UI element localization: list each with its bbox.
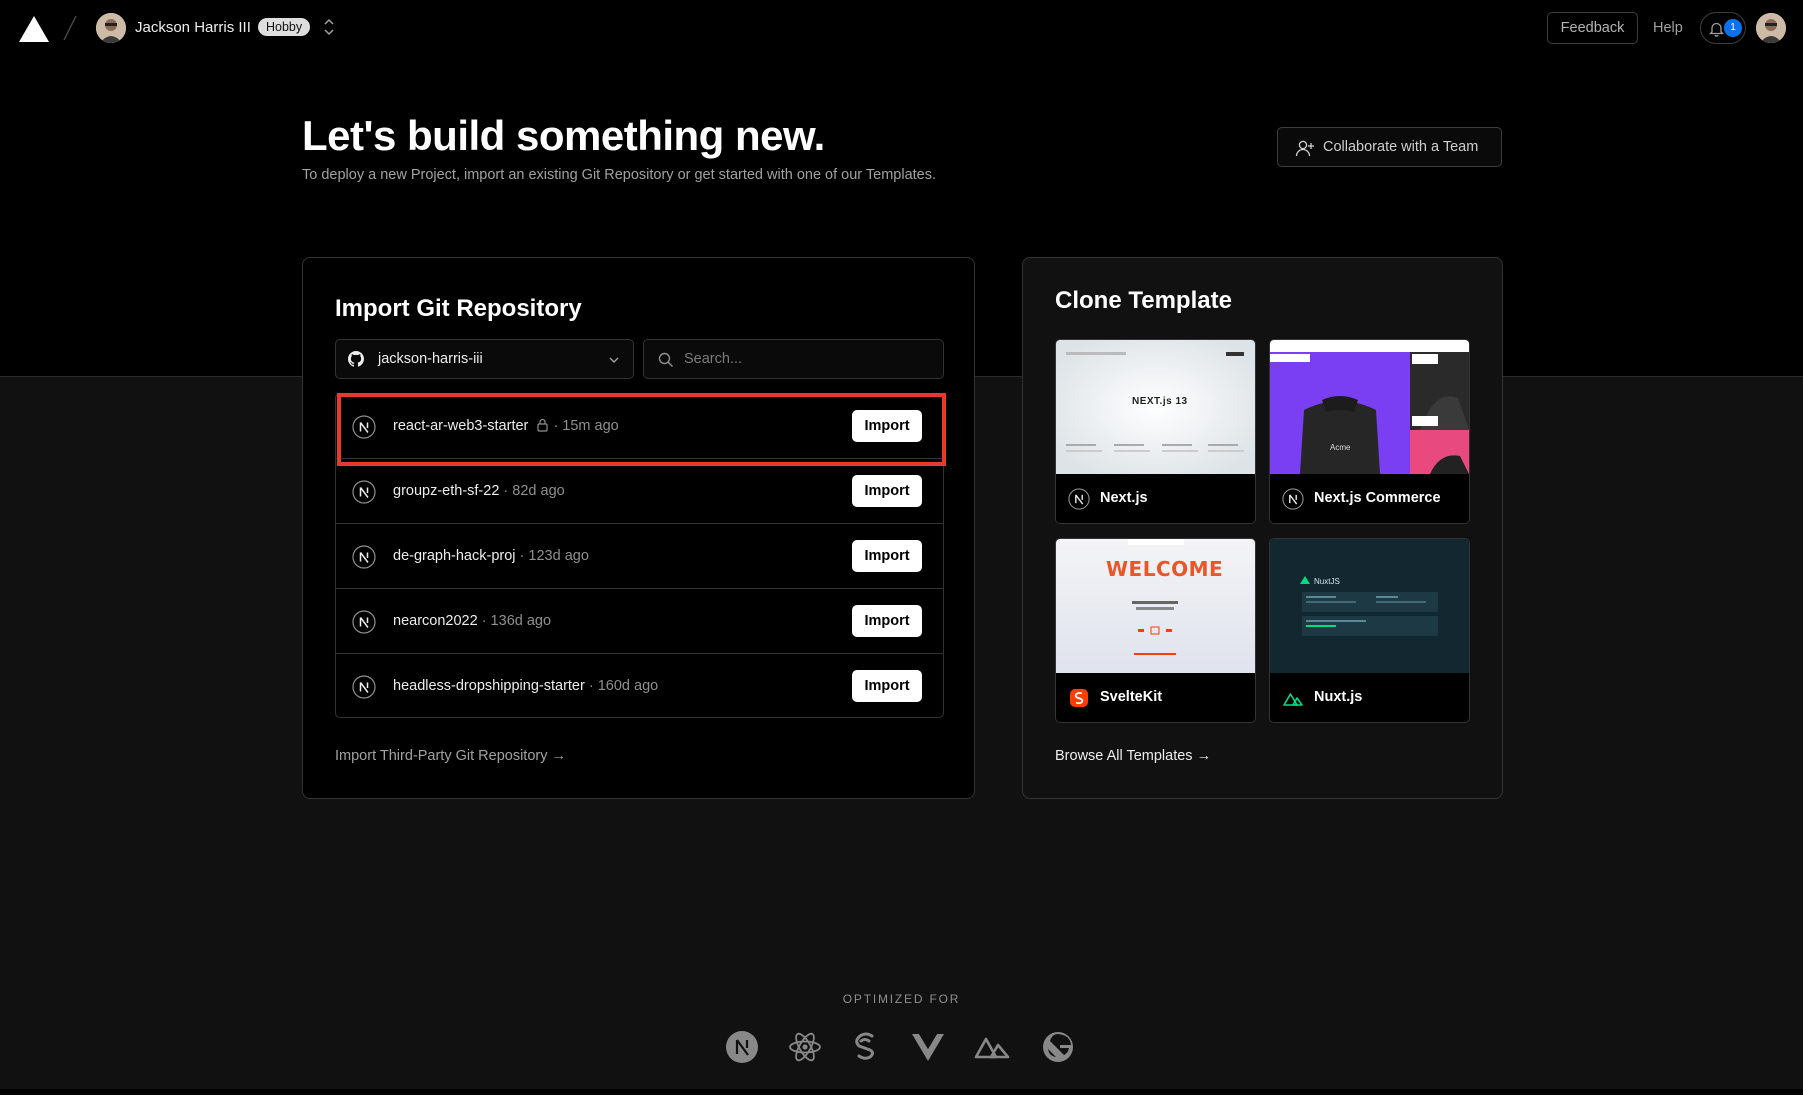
nuxt-icon [1283, 693, 1303, 706]
import-card-title: Import Git Repository [335, 295, 582, 322]
account-name[interactable]: Jackson Harris III [135, 19, 251, 36]
repository-info: groupz-eth-sf-22 · 82d ago [393, 483, 565, 499]
chevron-up-down-icon[interactable] [321, 16, 337, 38]
template-name: SvelteKit [1100, 689, 1163, 705]
template-name: Next.js Commerce [1314, 490, 1441, 506]
react-icon [789, 1032, 821, 1062]
template-footer: Nuxt.js [1270, 673, 1469, 722]
template-thumbnail: NuxtJS [1270, 539, 1469, 673]
bell-icon [1709, 22, 1724, 37]
plan-badge: Hobby [258, 18, 311, 36]
template-thumbnail-text: NEXT.js 13 [1132, 396, 1188, 407]
nextjs-icon [352, 675, 376, 699]
highlight-box [337, 393, 946, 466]
repository-info: headless-dropshipping-starter · 160d ago [393, 678, 658, 694]
add-user-icon [1295, 140, 1314, 157]
import-button[interactable]: Import [852, 670, 922, 702]
template-thumbnail: Acme [1270, 340, 1469, 474]
notification-count-badge: 1 [1724, 19, 1742, 37]
repository-row[interactable]: de-graph-hack-proj · 123d ago Import [336, 524, 943, 589]
repository-updated: · 82d ago [503, 483, 565, 499]
repository-search[interactable] [643, 339, 944, 379]
help-link[interactable]: Help [1653, 20, 1683, 36]
repository-updated: · 136d ago [481, 613, 552, 629]
slash-separator-icon [63, 15, 77, 41]
template-name: Nuxt.js [1314, 689, 1363, 705]
svelte-icon [855, 1032, 874, 1060]
collaborate-label: Collaborate with a Team [1323, 139, 1479, 155]
git-account-value: jackson-harris-iii [378, 351, 483, 367]
template-card-nextjs-commerce[interactable]: Acme Next.js Commerce [1269, 339, 1470, 524]
notifications-button[interactable]: 1 [1700, 12, 1746, 44]
collaborate-with-team-button[interactable]: Collaborate with a Team [1277, 127, 1502, 167]
framework-icon-row [724, 1029, 1084, 1065]
import-button[interactable]: Import [852, 475, 922, 507]
template-footer: SvelteKit [1056, 673, 1255, 722]
nextjs-icon [352, 545, 376, 569]
repository-name[interactable]: nearcon2022 [393, 613, 478, 629]
nextjs-icon [1282, 488, 1304, 510]
template-thumbnail: WELCOME [1056, 539, 1255, 673]
team-avatar[interactable] [96, 13, 126, 43]
repository-row[interactable]: headless-dropshipping-starter · 160d ago… [336, 654, 943, 719]
template-thumbnail: NEXT.js 13 [1056, 340, 1255, 474]
nextjs-icon [1068, 488, 1090, 510]
import-third-party-link[interactable]: Import Third-Party Git Repository → [335, 748, 566, 764]
bottom-strip [0, 1089, 1803, 1095]
optimized-for-label: OPTIMIZED FOR [842, 992, 961, 1006]
repository-row[interactable]: nearcon2022 · 136d ago Import [336, 589, 943, 654]
github-icon [348, 351, 364, 367]
template-card-nuxtjs[interactable]: NuxtJS Nuxt.js [1269, 538, 1470, 723]
repository-name[interactable]: groupz-eth-sf-22 [393, 483, 499, 499]
template-thumbnail-text: Acme [1330, 443, 1351, 452]
feedback-button[interactable]: Feedback [1547, 12, 1638, 44]
template-thumbnail-text: NuxtJS [1314, 577, 1340, 586]
clone-template-card: Clone Template NEXT.js 13 Next.js Acme N… [1022, 257, 1503, 799]
import-git-repository-card: Import Git Repository jackson-harris-iii… [302, 257, 975, 799]
git-account-select[interactable]: jackson-harris-iii [335, 339, 634, 379]
user-avatar[interactable] [1756, 13, 1786, 43]
import-button[interactable]: Import [852, 540, 922, 572]
svelte-icon [1070, 689, 1088, 707]
vercel-logo-icon[interactable] [19, 16, 49, 42]
search-icon [658, 352, 673, 367]
import-button[interactable]: Import [852, 605, 922, 637]
top-nav: Jackson Harris III Hobby Feedback Help 1 [0, 0, 1803, 56]
repository-updated: · 123d ago [519, 548, 589, 564]
repository-updated: · 160d ago [588, 678, 659, 694]
template-footer: Next.js Commerce [1270, 474, 1469, 523]
repository-row[interactable]: groupz-eth-sf-22 · 82d ago Import [336, 459, 943, 524]
nuxt-icon [974, 1037, 1010, 1059]
clone-card-title: Clone Template [1055, 287, 1232, 314]
template-thumbnail-text: WELCOME [1106, 557, 1224, 581]
repository-info: nearcon2022 · 136d ago [393, 613, 551, 629]
nextjs-icon [726, 1031, 758, 1063]
page-subtitle: To deploy a new Project, import an exist… [302, 167, 937, 183]
gatsby-icon [1043, 1032, 1073, 1062]
vue-icon [912, 1034, 944, 1061]
template-footer: Next.js [1056, 474, 1255, 523]
nextjs-icon [352, 610, 376, 634]
template-name: Next.js [1100, 490, 1148, 506]
page-title: Let's build something new. [302, 112, 825, 159]
browse-all-templates-link[interactable]: Browse All Templates → [1055, 748, 1211, 764]
search-input[interactable] [684, 340, 934, 378]
repository-info: de-graph-hack-proj · 123d ago [393, 548, 589, 564]
template-card-sveltekit[interactable]: WELCOME SvelteKit [1055, 538, 1256, 723]
nextjs-icon [352, 480, 376, 504]
chevron-down-icon [609, 357, 619, 363]
template-card-nextjs[interactable]: NEXT.js 13 Next.js [1055, 339, 1256, 524]
repository-name[interactable]: headless-dropshipping-starter [393, 678, 585, 694]
repository-name[interactable]: de-graph-hack-proj [393, 548, 516, 564]
